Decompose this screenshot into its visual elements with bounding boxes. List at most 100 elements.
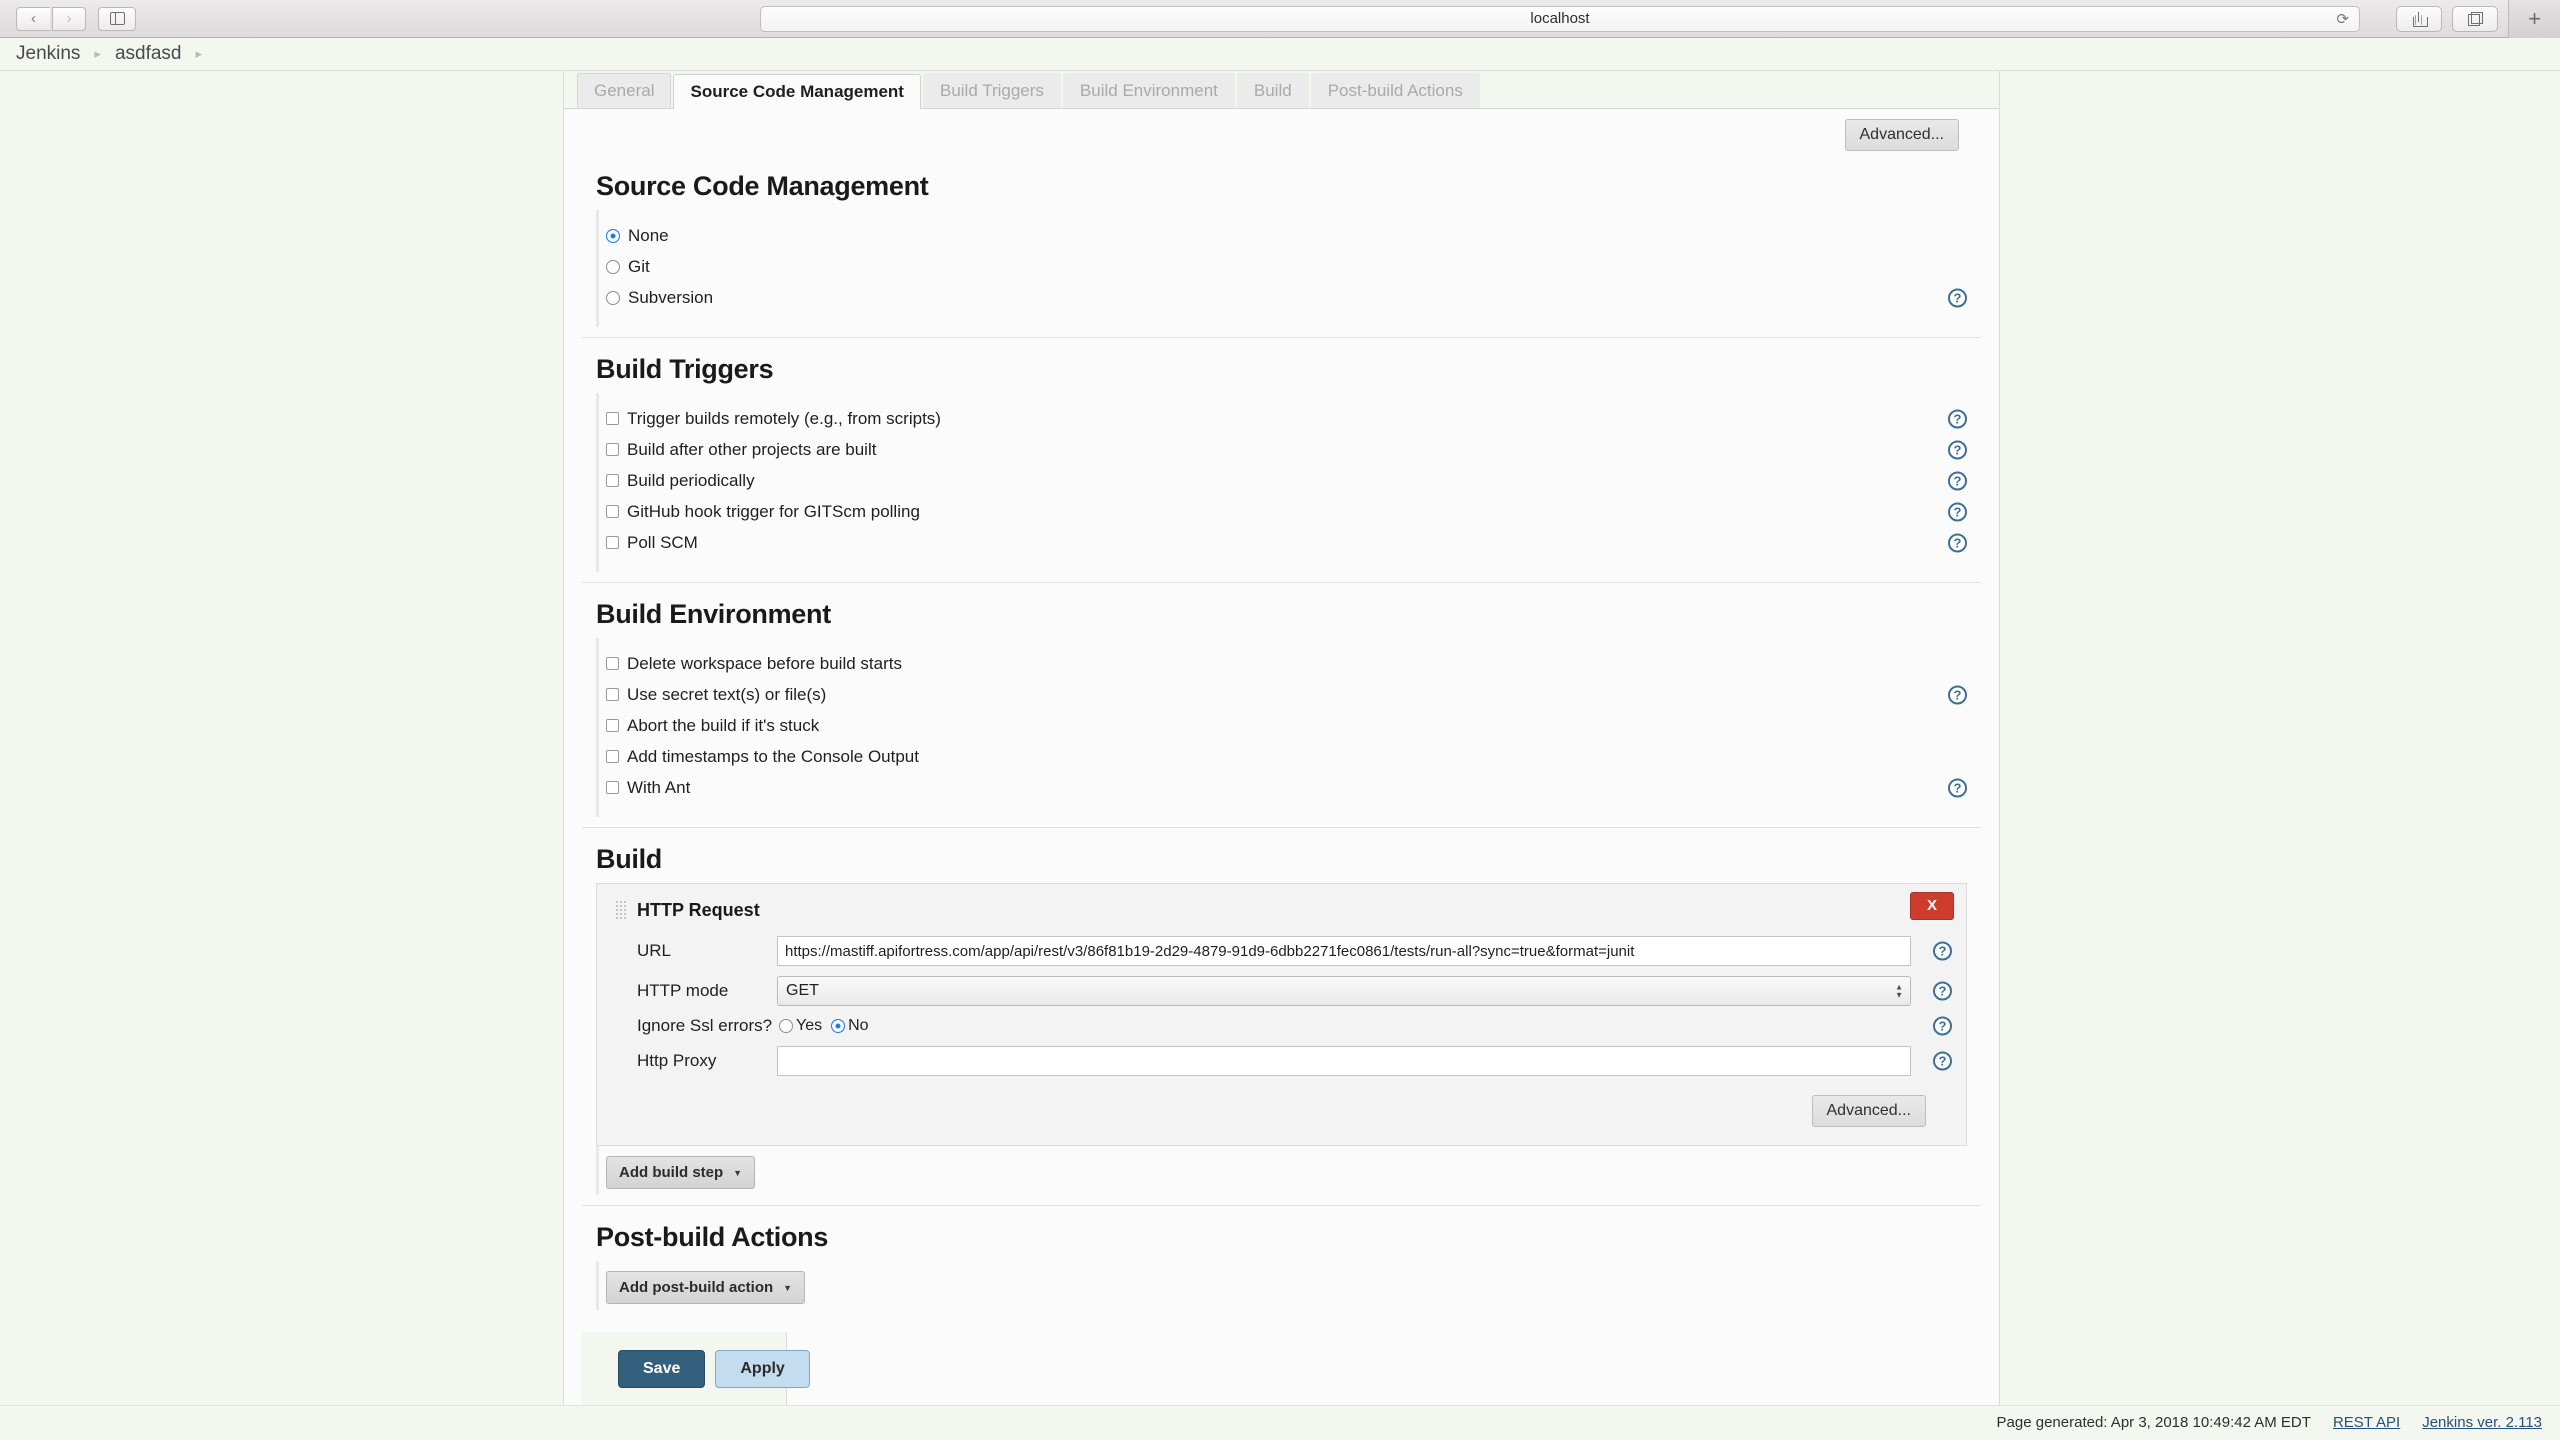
env-option-timestamps[interactable]: Add timestamps to the Console Output (599, 741, 1981, 772)
trigger-option-label: Build periodically (627, 471, 755, 491)
tab-general[interactable]: General (577, 73, 671, 108)
tabs-icon (2468, 12, 2483, 26)
radio-none-icon[interactable] (606, 229, 620, 243)
checkbox-icon[interactable] (606, 781, 619, 794)
drag-handle-icon[interactable] (615, 900, 627, 920)
build-step-http-request: X HTTP Request URL ? HTTP mode GET ▲▼ (596, 883, 1967, 1146)
reload-icon[interactable]: ⟳ (2336, 10, 2349, 28)
trigger-option-periodically[interactable]: Build periodically ? (599, 465, 1981, 496)
env-option-with-ant[interactable]: With Ant ? (599, 772, 1981, 803)
advanced-button-top[interactable]: Advanced... (1845, 119, 1960, 151)
help-icon[interactable]: ? (1933, 1017, 1952, 1036)
checkbox-icon[interactable] (606, 412, 619, 425)
chevron-down-icon: ▼ (783, 1283, 792, 1293)
tab-source-code-management[interactable]: Source Code Management (673, 74, 921, 109)
browser-toolbar: ‹ › localhost ⟳ + (0, 0, 2560, 38)
checkbox-icon[interactable] (606, 719, 619, 732)
back-icon: ‹ (31, 11, 36, 26)
scm-option-subversion[interactable]: Subversion ? (599, 282, 1981, 313)
scm-option-label: Subversion (628, 288, 713, 308)
save-button[interactable]: Save (618, 1350, 705, 1388)
trigger-option-label: Trigger builds remotely (e.g., from scri… (627, 409, 941, 429)
help-icon[interactable]: ? (1948, 533, 1967, 552)
tab-build-triggers[interactable]: Build Triggers (923, 73, 1061, 108)
tab-build-environment[interactable]: Build Environment (1063, 73, 1235, 108)
ssl-yes-label: Yes (796, 1017, 822, 1035)
help-icon[interactable]: ? (1933, 942, 1952, 961)
checkbox-icon[interactable] (606, 443, 619, 456)
scm-option-git[interactable]: Git (599, 251, 1981, 282)
add-build-step-button[interactable]: Add build step ▼ (606, 1156, 755, 1189)
config-tabbar: General Source Code Management Build Tri… (564, 71, 1999, 109)
checkbox-icon[interactable] (606, 750, 619, 763)
help-icon[interactable]: ? (1933, 982, 1952, 1001)
env-option-label: With Ant (627, 778, 690, 798)
tab-post-build-actions[interactable]: Post-build Actions (1311, 73, 1480, 108)
http-mode-select[interactable]: GET ▲▼ (777, 976, 1911, 1006)
help-icon[interactable]: ? (1933, 1052, 1952, 1071)
checkbox-icon[interactable] (606, 536, 619, 549)
forward-button[interactable]: › (52, 7, 86, 31)
url-input[interactable] (777, 936, 1911, 966)
help-icon[interactable]: ? (1948, 440, 1967, 459)
divider (582, 1205, 1981, 1206)
help-icon[interactable]: ? (1948, 502, 1967, 521)
build-step-title: HTTP Request (597, 884, 1966, 931)
trigger-option-github-hook[interactable]: GitHub hook trigger for GITScm polling ? (599, 496, 1981, 527)
tab-build[interactable]: Build (1237, 73, 1309, 108)
radio-git-icon[interactable] (606, 260, 620, 274)
add-build-step-label: Add build step (619, 1164, 723, 1181)
url-label: URL (597, 941, 777, 961)
new-tab-button[interactable]: + (2508, 0, 2560, 38)
breadcrumb-item-jenkins[interactable]: Jenkins (16, 43, 80, 65)
help-icon[interactable]: ? (1948, 778, 1967, 797)
http-mode-value: GET (786, 982, 819, 1000)
page-footer: Page generated: Apr 3, 2018 10:49:42 AM … (0, 1405, 2560, 1439)
checkbox-icon[interactable] (606, 505, 619, 518)
env-option-label: Use secret text(s) or file(s) (627, 685, 826, 705)
chrome-right-controls: + (2396, 0, 2560, 38)
env-option-label: Delete workspace before build starts (627, 654, 902, 674)
form-actions-bar: Save Apply (582, 1332, 787, 1415)
trigger-option-remote[interactable]: Trigger builds remotely (e.g., from scri… (599, 403, 1981, 434)
section-title-build-environment: Build Environment (596, 599, 1981, 630)
build-step-advanced-row: Advanced... (597, 1081, 1966, 1127)
breadcrumb-item-job[interactable]: asdfasd (115, 43, 182, 65)
add-post-build-action-button[interactable]: Add post-build action ▼ (606, 1271, 805, 1304)
jenkins-version-link[interactable]: Jenkins ver. 2.113 (2422, 1414, 2542, 1431)
env-option-secret-text[interactable]: Use secret text(s) or file(s) ? (599, 679, 1981, 710)
breadcrumb-separator-icon: ▸ (94, 46, 101, 62)
top-advanced-row: Advanced... (582, 109, 1981, 155)
env-option-abort-stuck[interactable]: Abort the build if it's stuck (599, 710, 1981, 741)
advanced-button-build-step[interactable]: Advanced... (1812, 1095, 1927, 1127)
radio-ssl-yes-icon[interactable] (779, 1019, 793, 1033)
checkbox-icon[interactable] (606, 688, 619, 701)
rest-api-link[interactable]: REST API (2333, 1414, 2400, 1431)
breadcrumb-separator-icon: ▸ (196, 46, 203, 62)
radio-ssl-no-icon[interactable] (831, 1019, 845, 1033)
env-option-delete-workspace[interactable]: Delete workspace before build starts (599, 648, 1981, 679)
share-button[interactable] (2396, 6, 2442, 32)
help-icon[interactable]: ? (1948, 685, 1967, 704)
back-button[interactable]: ‹ (16, 7, 50, 31)
http-proxy-input[interactable] (777, 1046, 1911, 1076)
sidebar-toggle-button[interactable] (98, 7, 136, 31)
trigger-option-poll-scm[interactable]: Poll SCM ? (599, 527, 1981, 558)
address-bar[interactable]: localhost ⟳ (760, 6, 2360, 32)
checkbox-icon[interactable] (606, 474, 619, 487)
ignore-ssl-radio-group: Yes No (777, 1017, 878, 1035)
help-icon[interactable]: ? (1948, 471, 1967, 490)
checkbox-icon[interactable] (606, 657, 619, 670)
help-icon[interactable]: ? (1948, 288, 1967, 307)
field-http-mode: HTTP mode GET ▲▼ ? (597, 971, 1966, 1011)
trigger-option-label: Build after other projects are built (627, 440, 876, 460)
apply-button[interactable]: Apply (715, 1350, 809, 1388)
trigger-option-after-projects[interactable]: Build after other projects are built ? (599, 434, 1981, 465)
page-generated-text: Page generated: Apr 3, 2018 10:49:42 AM … (1997, 1414, 2311, 1431)
scm-option-none[interactable]: None (599, 220, 1981, 251)
help-icon[interactable]: ? (1948, 409, 1967, 428)
tab-overview-button[interactable] (2452, 6, 2498, 32)
radio-subversion-icon[interactable] (606, 291, 620, 305)
field-ignore-ssl: Ignore Ssl errors? Yes No ? (597, 1011, 1966, 1041)
add-post-build-action-wrap: Add post-build action ▼ (596, 1261, 1981, 1310)
